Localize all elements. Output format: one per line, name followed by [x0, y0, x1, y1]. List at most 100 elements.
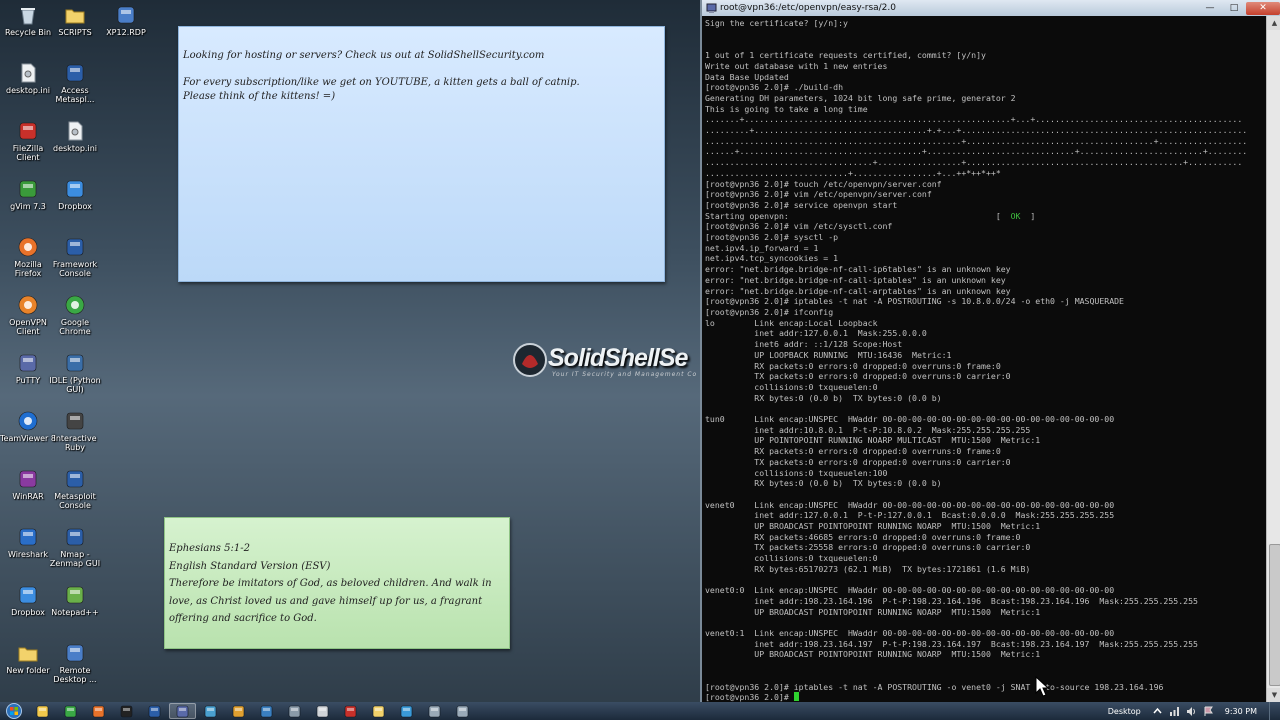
terminal-line: .........+..............................…	[705, 125, 1265, 136]
desktop[interactable]: Recycle Bin SCRIPTS XP12.RDP desktop.ini Acc…	[0, 0, 700, 702]
taskbar-button[interactable]	[169, 703, 196, 719]
terminal-text: ......+.................................…	[705, 146, 1248, 157]
terminal-line: error: "net.bridge.bridge-nf-call-arptab…	[705, 286, 1265, 297]
taskbar-button[interactable]	[253, 703, 280, 719]
windows-logo-icon	[6, 703, 22, 719]
ok-status: OK	[1010, 210, 1021, 221]
terminal-text: RX bytes:0 (0.0 b) TX bytes:0 (0.0 b)	[705, 392, 942, 403]
terminal-line: UP LOOPBACK RUNNING MTU:16436 Metric:1	[705, 350, 1265, 361]
folder-icon	[64, 4, 86, 26]
terminal-line: collisions:0 txqueuelen:0	[705, 553, 1265, 564]
metasploit-icon	[64, 62, 86, 84]
terminal-line: RX bytes:0 (0.0 b) TX bytes:0 (0.0 b)	[705, 478, 1265, 489]
gvim-icon	[17, 178, 39, 200]
terminal-line: UP BROADCAST POINTOPOINT RUNNING NOARP M…	[705, 521, 1265, 532]
taskbar-button[interactable]	[281, 703, 308, 719]
explorer-icon	[36, 705, 49, 717]
taskbar-button[interactable]	[421, 703, 448, 719]
desktop-icon[interactable]: Access Metaspl...	[47, 62, 103, 104]
sticky-note-green[interactable]: Ephesians 5:1-2 English Standard Version…	[164, 517, 510, 649]
terminal-text: error: "net.bridge.bridge-nf-call-iptabl…	[705, 274, 1006, 285]
scroll-down-icon[interactable]: ▼	[1267, 688, 1280, 702]
terminal-text: [root@vpn36 2.0]# ./build-dh	[705, 82, 844, 93]
minimize-button[interactable]: —	[1198, 2, 1222, 15]
taskbar-button[interactable]	[449, 703, 476, 719]
show-desktop-button[interactable]	[1269, 702, 1280, 720]
terminal-line: error: "net.bridge.bridge-nf-call-ip6tab…	[705, 264, 1265, 275]
taskbar-button[interactable]	[57, 703, 84, 719]
desktop-icon[interactable]: Google Chrome	[47, 294, 103, 336]
terminal-line: [root@vpn36 2.0]# sysctl -p	[705, 232, 1265, 243]
metasploit-icon	[64, 236, 86, 258]
terminal-output[interactable]: Sign the certificate? [y/n]:y 1 out of 1…	[705, 18, 1265, 702]
taskbar-button[interactable]	[85, 703, 112, 719]
desktop-icon[interactable]: SCRIPTS	[47, 4, 103, 37]
network-icon	[204, 705, 217, 717]
network-icon[interactable]	[1169, 706, 1180, 717]
terminal-text: tun0 Link encap:UNSPEC HWaddr 00-00-00-0…	[705, 414, 1115, 425]
terminal-line: error: "net.bridge.bridge-nf-call-iptabl…	[705, 275, 1265, 286]
terminal-scrollbar[interactable]: ▲ ▼	[1266, 16, 1280, 702]
desktop-toolbar-label[interactable]: Desktop	[1108, 707, 1141, 716]
terminal-line: [root@vpn36 2.0]# iptables -t nat -A POS…	[705, 296, 1265, 307]
terminal-line: UP BROADCAST POINTOPOINT RUNNING NOARP M…	[705, 649, 1265, 660]
desktop-icon[interactable]: desktop.ini	[47, 120, 103, 153]
system-tray: Desktop 9:30 PM	[1108, 702, 1280, 720]
maximize-button[interactable]: □	[1222, 2, 1246, 15]
desktop-icon[interactable]: Interactive Ruby	[47, 410, 103, 452]
terminal-text: inet addr:127.0.0.1 P-t-P:127.0.0.1 Bcas…	[705, 510, 1115, 521]
desktop-icon[interactable]: XP12.RDP	[98, 4, 154, 37]
taskbar-button[interactable]	[29, 703, 56, 719]
taskbar-button[interactable]	[225, 703, 252, 719]
note-green-line: English Standard Version (ESV)	[169, 560, 331, 572]
terminal-line: venet0 Link encap:UNSPEC HWaddr 00-00-00…	[705, 500, 1265, 511]
terminal-line: venet0:1 Link encap:UNSPEC HWaddr 00-00-…	[705, 628, 1265, 639]
desktop-icon[interactable]: IDLE (Python GUI)	[47, 352, 103, 394]
scroll-up-icon[interactable]: ▲	[1267, 16, 1280, 30]
desktop-icon[interactable]: Framework Console	[47, 236, 103, 278]
putty-window[interactable]: root@vpn36:/etc/openvpn/easy-rsa/2.0 — □…	[700, 0, 1280, 702]
firefox-icon	[17, 236, 39, 258]
taskbar-button[interactable]	[141, 703, 168, 719]
desktop-icon[interactable]: Metasploit Console	[47, 468, 103, 510]
window-titlebar[interactable]: root@vpn36:/etc/openvpn/easy-rsa/2.0 — □…	[702, 0, 1280, 16]
taskbar-button[interactable]	[197, 703, 224, 719]
close-button[interactable]: ✕	[1246, 1, 1280, 15]
terminal-line: RX bytes:0 (0.0 b) TX bytes:0 (0.0 b)	[705, 393, 1265, 404]
terminal-line: RX packets:0 errors:0 dropped:0 overruns…	[705, 361, 1265, 372]
terminal-line: net.ipv4.ip_forward = 1	[705, 243, 1265, 254]
terminal-text: ........................................…	[705, 135, 1248, 146]
terminal-text: venet0 Link encap:UNSPEC HWaddr 00-00-00…	[705, 499, 1115, 510]
desktop-icon[interactable]: Notepad++	[47, 584, 103, 617]
volume-icon[interactable]	[1186, 706, 1197, 717]
taskbar-button[interactable]	[365, 703, 392, 719]
clock[interactable]: 9:30 PM	[1225, 707, 1257, 716]
sticky-note-blue[interactable]: Looking for hosting or servers? Check us…	[178, 26, 665, 282]
taskbar[interactable]: Desktop 9:30 PM	[0, 702, 1280, 720]
desktop-icon-label: Remote Desktop ...	[53, 666, 97, 684]
taskbar-button[interactable]	[337, 703, 364, 719]
flag-icon[interactable]	[1203, 706, 1214, 717]
desktop-icon[interactable]: Nmap - Zenmap GUI	[47, 526, 103, 568]
terminal-text: Starting openvpn: [	[705, 210, 1011, 221]
taskbar-button[interactable]	[309, 703, 336, 719]
desktop-icon[interactable]: Dropbox	[47, 178, 103, 211]
taskbar-button[interactable]	[113, 703, 140, 719]
vnc-icon	[400, 705, 413, 717]
desktop-icon-label: Nmap - Zenmap GUI	[49, 550, 101, 568]
scrollbar-thumb[interactable]	[1269, 544, 1280, 686]
vm-icon	[260, 705, 273, 717]
start-button[interactable]	[3, 703, 25, 719]
terminal-text: error: "net.bridge.bridge-nf-call-arptab…	[705, 285, 1011, 296]
terminal-line: .............................+..........…	[705, 168, 1265, 179]
chevron-up-icon[interactable]	[1152, 706, 1163, 717]
chrome-icon	[64, 705, 77, 717]
terminal-text: UP LOOPBACK RUNNING MTU:16436 Metric:1	[705, 349, 952, 360]
terminal-text: inet addr:198.23.164.197 P-t-P:198.23.16…	[705, 638, 1198, 649]
desktop-icon[interactable]: Remote Desktop ...	[47, 642, 103, 684]
window-icon	[456, 705, 469, 717]
taskbar-button[interactable]	[393, 703, 420, 719]
